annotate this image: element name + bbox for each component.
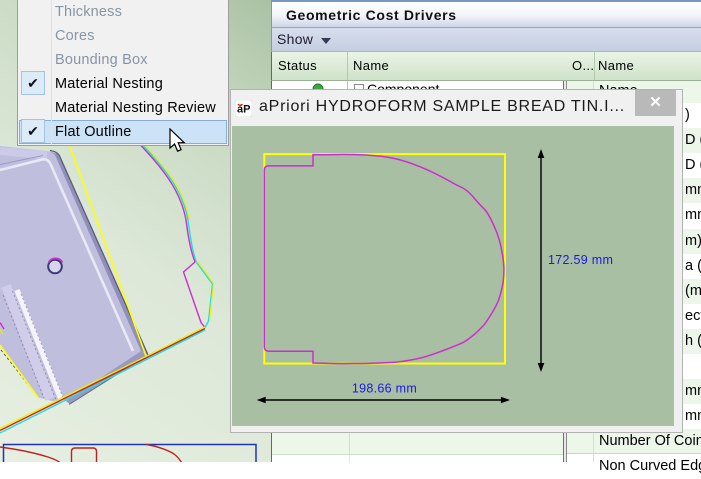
- svg-text:198.66 mm: 198.66 mm: [352, 382, 417, 396]
- svg-text:172.59 mm: 172.59 mm: [548, 253, 613, 267]
